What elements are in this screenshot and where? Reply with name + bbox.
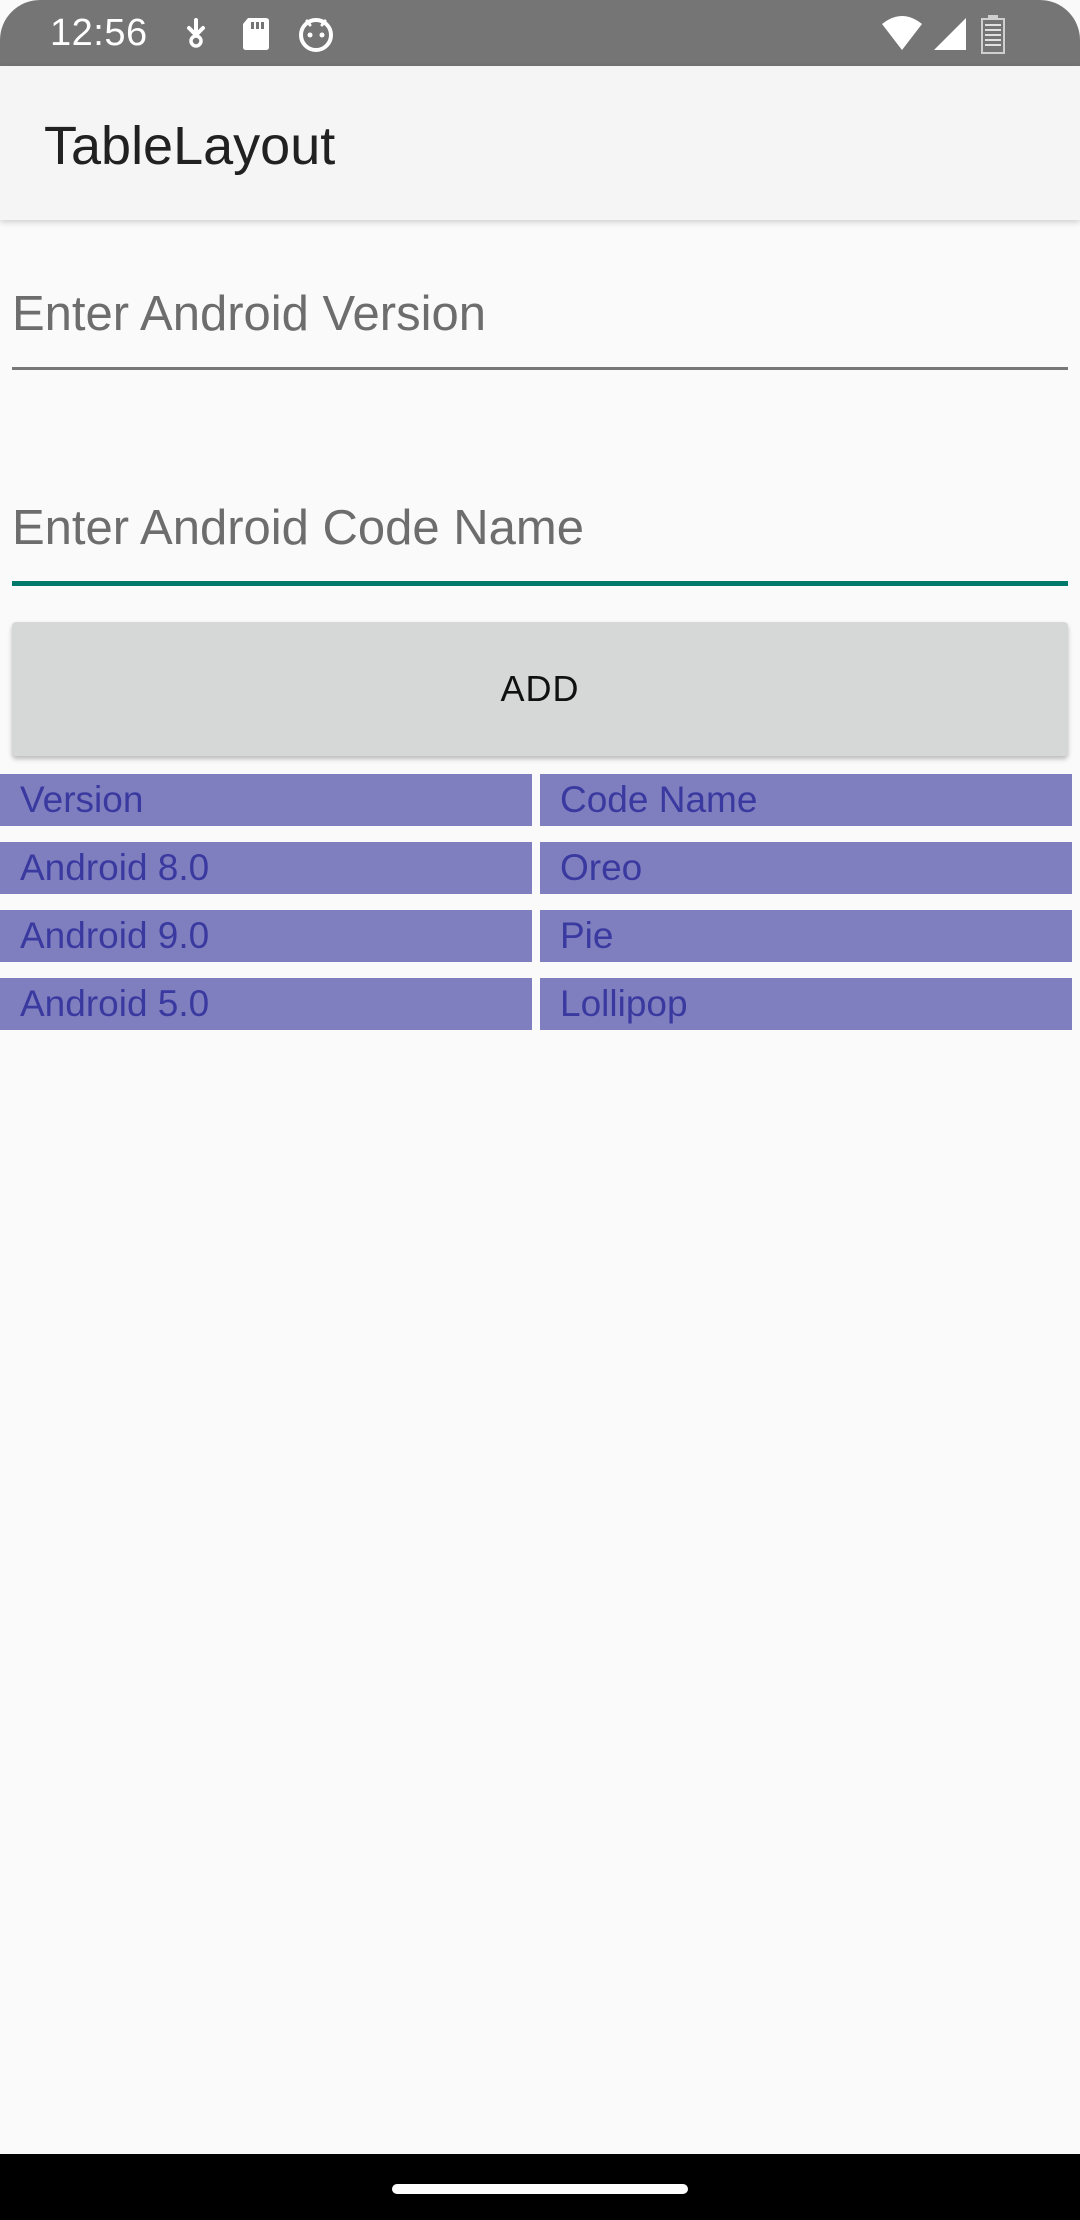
cell-signal-icon (930, 14, 970, 54)
table-cell-version: Android 5.0 (0, 978, 532, 1030)
table-cell-code-name: Oreo (540, 842, 1072, 894)
status-time: 12:56 (50, 12, 148, 54)
table-row: Android 9.0 Pie (0, 910, 1072, 962)
table-cell-code-name: Code Name (540, 774, 1072, 826)
table-cell-code-name: Lollipop (540, 978, 1072, 1030)
add-button[interactable]: ADD (12, 622, 1068, 756)
table-cell-code-name: Pie (540, 910, 1072, 962)
table-cell-version: Android 8.0 (0, 842, 532, 894)
table-row: Android 8.0 Oreo (0, 842, 1072, 894)
table-cell-version: Version (0, 774, 532, 826)
wifi-icon (880, 14, 922, 54)
table-row: Android 5.0 Lollipop (0, 978, 1072, 1030)
app-bar: TableLayout (0, 66, 1080, 220)
android-versions-table: Version Code Name Android 8.0 Oreo Andro… (0, 774, 1072, 1046)
sd-card-icon (236, 14, 276, 54)
app-title: TableLayout (44, 116, 336, 176)
navigation-bar (0, 2154, 1080, 2220)
android-debug-icon (296, 14, 336, 54)
battery-icon (980, 14, 1020, 54)
android-version-input[interactable] (12, 260, 1068, 370)
table-header-row: Version Code Name (0, 774, 1072, 826)
android-code-name-input[interactable] (12, 474, 1068, 586)
home-gesture-handle[interactable] (392, 2184, 688, 2194)
table-cell-version: Android 9.0 (0, 910, 532, 962)
status-bar: 12:56 (0, 0, 1080, 66)
download-icon (176, 14, 216, 54)
